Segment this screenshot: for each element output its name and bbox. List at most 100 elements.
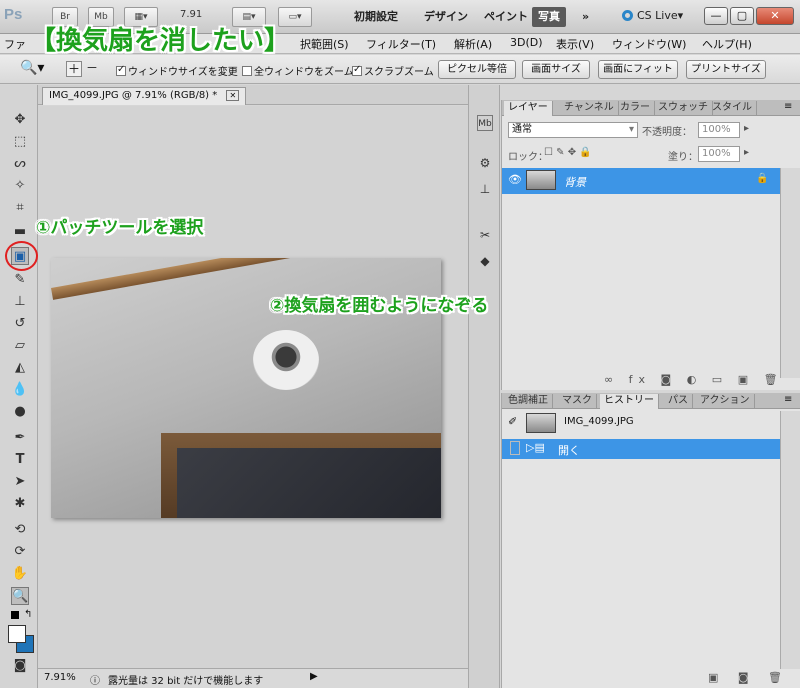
opacity-arrow-icon[interactable]: ▸	[744, 123, 749, 134]
blend-mode-select[interactable]: 通常 ▾	[508, 122, 638, 138]
ruler-tool-icon[interactable]: ▬	[11, 223, 29, 241]
resize-windows-checkbox[interactable]: ウィンドウサイズを変更	[116, 63, 238, 78]
swap-colors-icon[interactable]: ↰	[24, 609, 32, 620]
foreground-color-swatch[interactable]	[8, 625, 26, 643]
3d-orbit-tool-icon[interactable]: ⟳	[11, 543, 29, 561]
history-brush-tool-icon[interactable]: ↺	[11, 315, 29, 333]
menu-select[interactable]: 択範囲(S)	[300, 36, 349, 52]
zoom-tool-preset-icon[interactable]: 🔍▾	[20, 60, 44, 76]
workspace-design[interactable]: デザイン	[418, 7, 474, 27]
menu-filter[interactable]: フィルター(T)	[366, 36, 436, 52]
path-selection-tool-icon[interactable]: ➤	[11, 473, 29, 491]
3d-panel-icon[interactable]: ◆	[477, 253, 493, 269]
menu-help[interactable]: ヘルプ(H)	[702, 36, 752, 52]
default-colors-icon[interactable]	[11, 611, 19, 619]
pen-tool-icon[interactable]: ✒	[11, 429, 29, 447]
tab-swatches[interactable]: スウォッチ	[654, 101, 713, 116]
tab-styles[interactable]: スタイル	[708, 101, 757, 116]
tools-presets-panel-icon[interactable]: ✂	[477, 227, 493, 243]
mini-bridge-panel-icon[interactable]: Mb	[477, 115, 493, 131]
tab-channels[interactable]: チャンネル	[560, 101, 619, 116]
zoom-level[interactable]: 7.91	[180, 9, 202, 20]
tab-paths[interactable]: パス	[664, 394, 693, 409]
fit-screen-button[interactable]: 画面サイズ	[522, 60, 590, 79]
ventilation-fan	[253, 330, 319, 390]
tab-layers[interactable]: レイヤー	[504, 101, 553, 116]
3d-rotate-tool-icon[interactable]: ⟲	[11, 521, 29, 539]
workspace-painting[interactable]: ペイント	[478, 7, 534, 27]
type-tool-icon[interactable]: T	[11, 451, 29, 469]
eraser-tool-icon[interactable]: ▱	[11, 337, 29, 355]
fill-arrow-icon[interactable]: ▸	[744, 147, 749, 158]
layer-row-background[interactable]: 👁 背景 🔒	[502, 168, 780, 194]
quick-selection-tool-icon[interactable]: ✧	[11, 177, 29, 195]
crop-tool-icon[interactable]: ⌗	[11, 199, 29, 217]
menu-analysis[interactable]: 解析(A)	[454, 36, 492, 52]
menu-view[interactable]: 表示(V)	[556, 36, 594, 52]
status-bar: 7.91% ⓘ 露光量は 32 bit だけで機能します ▶	[38, 668, 468, 688]
cs-live-button[interactable]: CS Live▾	[622, 9, 683, 22]
zoom-in-icon[interactable]: ＋	[66, 61, 82, 77]
panel-menu-icon[interactable]: ≡	[784, 101, 792, 112]
tab-masks[interactable]: マスク	[558, 394, 597, 409]
fill-input[interactable]: 100%	[698, 146, 740, 162]
brush-presets-panel-icon[interactable]: ⚙	[477, 155, 493, 171]
zoom-tool-icon[interactable]: 🔍	[11, 587, 29, 605]
menu-file[interactable]: ファ	[4, 36, 26, 52]
paint-bucket-tool-icon[interactable]: ◭	[11, 359, 29, 377]
quick-mask-icon[interactable]: ◙	[11, 657, 29, 675]
minimize-button[interactable]: —	[704, 7, 728, 25]
dodge-tool-icon[interactable]: ●	[11, 403, 29, 421]
layers-panel: レイヤー チャンネル カラー スウォッチ スタイル ≡ 通常 ▾ 不透明度： 10…	[501, 100, 800, 390]
snapshot-thumbnail	[526, 413, 556, 433]
close-window-button[interactable]: ✕	[756, 7, 794, 25]
more-workspaces-button[interactable]: »	[576, 7, 595, 27]
layers-footer-icons[interactable]: ∞ fx ◙ ◐ ▭ ▣ 🗑	[604, 373, 784, 386]
panel-menu-icon[interactable]: ≡	[784, 394, 792, 405]
marquee-tool-icon[interactable]: ⬚	[11, 133, 29, 151]
workspace-photography[interactable]: 写真	[532, 7, 566, 27]
tab-color[interactable]: カラー	[616, 101, 655, 116]
workspace-essentials[interactable]: 初期設定	[348, 7, 404, 27]
lasso-tool-icon[interactable]: ᔕ	[11, 155, 29, 173]
brush-tool-icon[interactable]: ✎	[11, 271, 29, 289]
cs-live-icon	[622, 10, 633, 21]
status-zoom-field[interactable]: 7.91%	[44, 672, 76, 683]
move-tool-icon[interactable]: ✥	[11, 111, 29, 129]
history-brush-source-icon[interactable]: ✐	[508, 415, 517, 428]
scrubby-zoom-checkbox[interactable]: スクラブズーム	[352, 63, 434, 78]
tab-actions[interactable]: アクション	[696, 394, 755, 409]
menu-3d[interactable]: 3D(D)	[510, 36, 543, 49]
history-snapshot-row[interactable]: ✐ IMG_4099.JPG	[502, 411, 780, 435]
maximize-button[interactable]: ▢	[730, 7, 754, 25]
history-state-icon: ▷▤	[526, 441, 545, 454]
history-state-row[interactable]: ▷▤ 開く	[502, 439, 780, 459]
history-footer-icons[interactable]: ▣ ◙ 🗑	[708, 671, 790, 684]
fill-label: 塗り：	[668, 152, 698, 163]
hand-tool-icon[interactable]: ✋	[11, 565, 29, 583]
clone-stamp-tool-icon[interactable]: ⊥	[11, 293, 29, 311]
print-size-button[interactable]: プリントサイズ	[686, 60, 766, 79]
eye-icon[interactable]: 👁	[508, 173, 522, 186]
annotation-step-2: ②換気扇を囲むようになぞる	[270, 296, 489, 316]
close-document-icon[interactable]: ✕	[226, 90, 240, 101]
document-tab[interactable]: IMG_4099.JPG @ 7.91% (RGB/8) * ✕	[42, 87, 247, 105]
checkbox-box	[242, 66, 252, 76]
menu-window[interactable]: ウィンドウ(W)	[612, 36, 686, 52]
layers-scrollbar[interactable]	[780, 168, 800, 378]
zoom-out-icon[interactable]: －	[84, 61, 100, 77]
state-checkbox[interactable]	[510, 441, 520, 455]
shape-tool-icon[interactable]: ✱	[11, 495, 29, 513]
lock-icons[interactable]: ☐ ✎ ✥ 🔒	[544, 147, 592, 158]
fill-screen-button[interactable]: 画面にフィット	[598, 60, 678, 79]
clone-source-panel-icon[interactable]: ⊥	[477, 181, 493, 197]
zoom-all-windows-checkbox[interactable]: 全ウィンドウをズーム	[242, 63, 354, 78]
opacity-input[interactable]: 100%	[698, 122, 740, 138]
tab-history[interactable]: ヒストリー	[600, 394, 659, 409]
history-scrollbar[interactable]	[780, 411, 800, 669]
tab-adjustments[interactable]: 色調補正	[504, 394, 553, 409]
status-menu-arrow-icon[interactable]: ▶	[310, 671, 318, 682]
status-info-icon[interactable]: ⓘ	[90, 672, 100, 687]
actual-pixels-button[interactable]: ピクセル等倍	[438, 60, 516, 79]
blur-tool-icon[interactable]: 💧	[11, 381, 29, 399]
